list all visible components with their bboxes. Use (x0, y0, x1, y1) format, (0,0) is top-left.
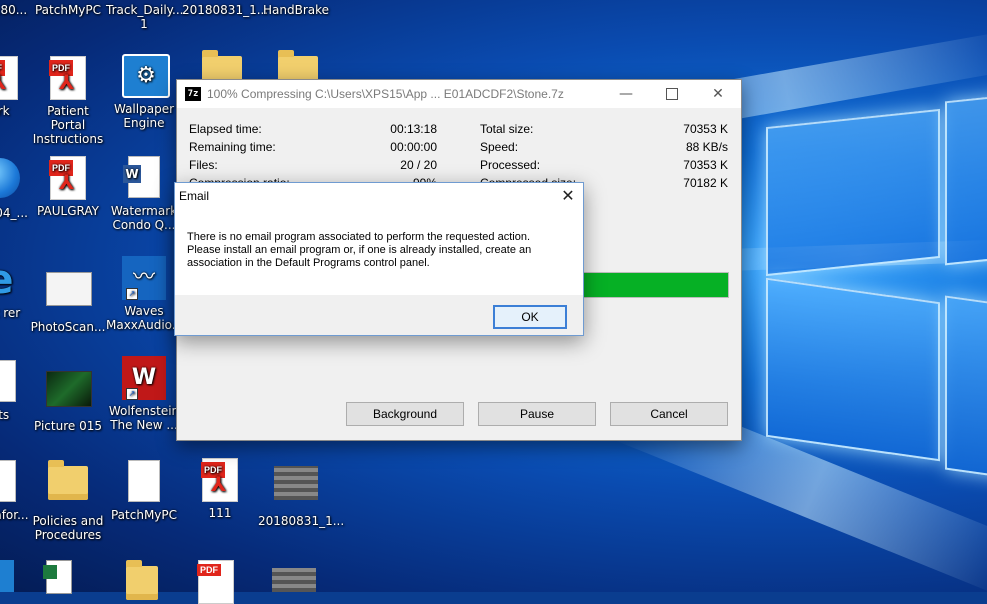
wallpaper-engine-icon: ⚙ (122, 54, 170, 98)
desktop-icon-label: 111 (208, 506, 232, 520)
doc-icon (0, 360, 22, 404)
desktop-icon-label[interactable]: 180... (0, 3, 32, 17)
stat-value: 00:00:00 (390, 140, 437, 154)
desktop-icon-label: PhotoScan... (30, 320, 106, 334)
stat-row: Total size: 70353 K (480, 122, 728, 140)
stat-label: Remaining time: (189, 140, 276, 154)
desktop-icon-label: Patient Portal Instructions (32, 104, 104, 146)
folder-icon (46, 460, 90, 510)
desktop-icon-label[interactable]: Track_Daily... 1 (106, 3, 184, 31)
desktop-icon-label[interactable]: HandBrake (258, 3, 334, 17)
doc-icon (0, 460, 22, 504)
stat-label: Files: (189, 158, 218, 172)
stat-label: Total size: (480, 122, 534, 136)
desktop-icon-label: Waves MaxxAudio... (106, 304, 184, 332)
stat-value: 88 KB/s (685, 140, 728, 154)
window-titlebar[interactable]: 7z 100% Compressing C:\Users\XPS15\App .… (177, 80, 741, 108)
shortcut-arrow-icon: ↗ (126, 288, 138, 300)
pdf-icon[interactable]: PDF (197, 560, 234, 604)
globe-icon (0, 158, 22, 202)
desktop-icon[interactable]: W ↗ Wolfenstein The New ... (106, 356, 182, 432)
stat-label: Speed: (480, 140, 519, 154)
stat-row: Files: 20 / 20 (189, 158, 437, 176)
cancel-button[interactable]: Cancel (610, 402, 728, 426)
stat-row: Elapsed time: 00:13:18 (189, 122, 437, 140)
desktop-icon-label: Wolfenstein The New ... (108, 404, 180, 432)
desktop-icon[interactable]: Policies and Procedures (30, 460, 106, 542)
dialog-message: There is no email program associated to … (175, 209, 583, 291)
desktop-icon[interactable]: 20180831_1... (258, 462, 345, 528)
stat-value: 70182 K (683, 176, 728, 190)
stat-label: Processed: (480, 158, 541, 172)
doc-icon (122, 460, 166, 504)
desktop-icon-label: PAULGRAY (37, 204, 99, 218)
message-line: association in the Default Programs cont… (187, 257, 430, 269)
ie-icon: e (0, 258, 22, 302)
desktop-icon-label: Policies and Procedures (32, 514, 104, 542)
message-line: Please install an email program or, if o… (187, 244, 532, 256)
desktop-icon[interactable]: Picture 015 (30, 366, 106, 433)
7zip-icon: 7z (185, 87, 201, 101)
folder-icon[interactable] (126, 560, 158, 600)
pdf-icon: PDF⅄ (198, 458, 242, 502)
desktop-icon-label: 20180831_1... (258, 514, 345, 528)
desktop-icon-label: Picture 015 (34, 419, 102, 433)
close-icon: ✕ (561, 188, 575, 205)
desktop-icon[interactable]: PDF ⅄ PAULGRAY (30, 156, 106, 218)
stat-value: 70353 K (683, 122, 728, 136)
shortcut-arrow-icon: ↗ (126, 388, 138, 400)
maximize-icon (666, 88, 678, 100)
image-icon (46, 272, 92, 316)
dialog-footer: OK (175, 295, 583, 335)
desktop-icon-label[interactable]: 20180831_1... (182, 3, 268, 17)
desktop-icon[interactable]: PDF ⅄ 111 (182, 458, 258, 520)
desktop-icon-label: PatchMyPC (110, 508, 178, 522)
stat-value: 20 / 20 (400, 158, 437, 172)
pdf-icon: PDF⅄ (46, 56, 90, 100)
pause-button[interactable]: Pause (478, 402, 596, 426)
window-title: 100% Compressing C:\Users\XPS15\App ... … (207, 87, 564, 101)
desktop-icon-label: Wallpaper Engine (113, 102, 175, 130)
desktop-icon[interactable]: ⚙ Wallpaper Engine (106, 54, 182, 130)
dialog-title: Email (179, 189, 210, 203)
ok-button[interactable]: OK (493, 305, 567, 329)
minimize-icon: — (619, 86, 633, 102)
pdf-icon: PDF⅄ (46, 156, 90, 200)
close-icon: ✕ (712, 86, 724, 102)
image-icon[interactable] (272, 568, 316, 592)
stat-row: Speed: 88 KB/s (480, 140, 728, 158)
message-line: There is no email program associated to … (187, 231, 531, 243)
stat-row: Remaining time: 00:00:00 (189, 140, 437, 158)
pdf-icon: PDF⅄ (0, 56, 22, 100)
desktop-icon-label[interactable]: PatchMyPC (30, 3, 106, 17)
dialog-close-button[interactable]: ✕ (553, 186, 583, 206)
ie-icon[interactable] (0, 560, 14, 592)
desktop-icon[interactable]: PhotoScan... (30, 266, 106, 334)
word-doc-icon: W (122, 156, 166, 200)
excel-icon[interactable] (43, 560, 72, 594)
background-button[interactable]: Background (346, 402, 464, 426)
desktop-icon[interactable]: W Watermark Condo Q... (106, 156, 182, 232)
desktop-icon[interactable]: PDF ⅄ Patient Portal Instructions (30, 56, 106, 146)
image-icon (274, 466, 318, 510)
desktop-icon[interactable]: PatchMyPC (106, 460, 182, 522)
stat-row: Processed: 70353 K (480, 158, 728, 176)
stat-value: 70353 K (683, 158, 728, 172)
dialog-titlebar[interactable]: Email ✕ (175, 183, 583, 209)
desktop-icon[interactable]: 〰 ↗ Waves MaxxAudio... (106, 256, 184, 332)
maximize-button[interactable] (649, 80, 695, 108)
image-icon (46, 371, 92, 415)
stat-value: 00:13:18 (390, 122, 437, 136)
email-error-dialog: Email ✕ There is no email program associ… (174, 182, 584, 336)
progress-bar (577, 272, 729, 298)
waves-icon: 〰 ↗ (122, 256, 166, 300)
close-button[interactable]: ✕ (695, 80, 741, 108)
desktop-icon-label: Watermark Condo Q... (110, 204, 178, 232)
stat-label: Elapsed time: (189, 122, 262, 136)
minimize-button[interactable]: — (603, 80, 649, 108)
wolfenstein-icon: W ↗ (122, 356, 166, 400)
